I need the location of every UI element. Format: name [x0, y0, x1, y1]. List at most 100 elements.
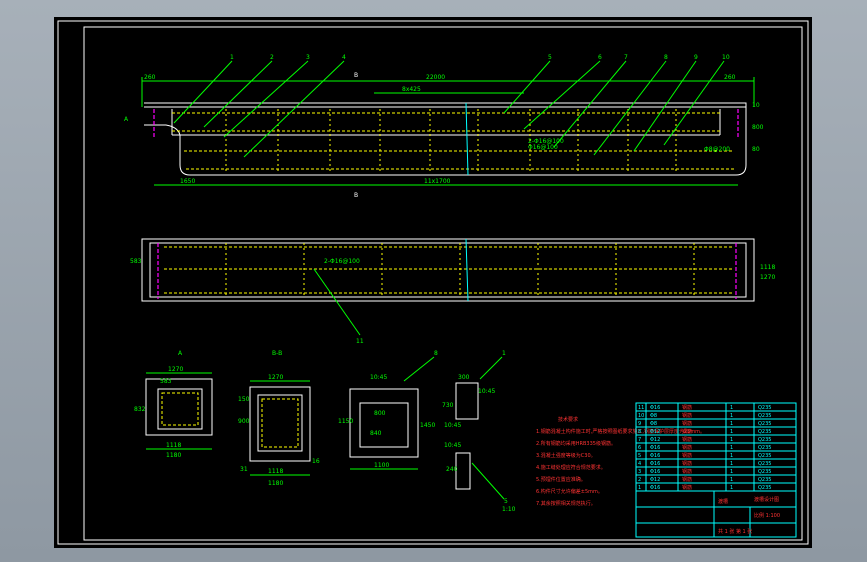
plan-dim-width: 583: [130, 258, 142, 265]
sec-8-inner: 840: [370, 430, 382, 437]
sec-1-label: 1: [502, 350, 506, 357]
sec-bb-label: B-B: [272, 350, 282, 357]
plan-dim-right1: 1118: [760, 264, 775, 271]
svg-text:1: 1: [730, 445, 733, 451]
svg-text:钢筋: 钢筋: [682, 404, 692, 411]
svg-text:1: 1: [730, 453, 733, 459]
svg-text:Φ16: Φ16: [650, 453, 660, 459]
section-8: 8 10:45 800 840 1450 1150 1100: [338, 350, 438, 470]
sec-1-scale: 1:10: [502, 506, 516, 513]
svg-text:2: 2: [638, 477, 641, 483]
dim-height3: 80: [752, 146, 760, 153]
svg-text:1: 1: [638, 485, 641, 491]
title-block: 11 Φ16 钢筋 1 Q235 10 Φ8 钢筋 1 Q235 9 Φ8 钢筋 1 Q235 8 Φ12…: [635, 402, 797, 538]
sec-1-h: 730: [442, 402, 454, 409]
dim-left-bottom: 1650: [180, 178, 195, 185]
dim-height2: 800: [752, 124, 764, 131]
callout-3: 3: [306, 54, 310, 61]
svg-text:4: 4: [638, 461, 641, 467]
svg-text:Q235: Q235: [758, 453, 771, 459]
sec-8-top: 800: [374, 410, 386, 417]
svg-text:钢筋: 钢筋: [682, 460, 692, 467]
sec-bb-side: 31: [240, 466, 248, 473]
sec-a-label: A: [178, 350, 183, 357]
sec-1-num: 5: [504, 498, 508, 505]
sec-a-h: 832: [134, 406, 146, 413]
svg-text:Q235: Q235: [758, 461, 771, 467]
sec-8-h: 1450: [420, 422, 435, 429]
svg-text:钢筋: 钢筋: [682, 436, 692, 443]
drawing-name: 渡槽: [718, 498, 728, 505]
dim-height1: 10: [752, 102, 760, 109]
sec-bb-wbot1: 1118: [268, 468, 283, 475]
dim-overall: 22000: [426, 74, 445, 81]
svg-text:Q235: Q235: [758, 485, 771, 491]
dim-spacing: 8x425: [402, 86, 421, 93]
scale-text: 比例 1:100: [754, 512, 780, 519]
svg-text:1: 1: [730, 469, 733, 475]
sec-8-bot: 1100: [374, 462, 389, 469]
section-a: A 1270 583 832 1118 1180: [134, 350, 213, 459]
sec-1-ang-bottom: 10:45: [444, 422, 461, 429]
note-7: 7.其余按照相关规范执行。: [536, 500, 596, 507]
sec-1-w: 300: [458, 374, 470, 381]
svg-text:Φ16: Φ16: [650, 469, 660, 475]
outer-border: [57, 20, 809, 545]
svg-text:1: 1: [730, 421, 733, 427]
svg-text:Q235: Q235: [758, 421, 771, 427]
pipe-label-sub: Φ16@100: [528, 144, 558, 151]
trough-outline: [144, 102, 747, 176]
svg-text:9: 9: [638, 421, 641, 427]
callout-9: 9: [694, 54, 698, 61]
svg-text:钢筋: 钢筋: [682, 484, 692, 491]
note-1: 1.钢筋混凝土构件施工时,严格按照图纸要求施工,钢筋保护层厚度为25mm。: [536, 428, 705, 435]
svg-text:Φ16: Φ16: [650, 445, 660, 451]
plan-dim-right2: 1270: [760, 274, 775, 281]
dim-right: 260: [724, 74, 736, 81]
svg-text:Q235: Q235: [758, 429, 771, 435]
callout-10: 10: [722, 54, 730, 61]
svg-text:钢筋: 钢筋: [682, 468, 692, 475]
sec-1-ang2: 10:45: [444, 442, 461, 449]
sec-8-left: 1150: [338, 418, 353, 425]
plan-view: 11 2-Φ16@100 583 1118 1270: [130, 238, 775, 345]
note-3: 3.混凝土强度等级为C30。: [536, 452, 596, 459]
note-2: 2.所有钢筋均采用HRB335级钢筋。: [536, 440, 616, 447]
svg-text:钢筋: 钢筋: [682, 420, 692, 427]
svg-text:钢筋: 钢筋: [682, 476, 692, 483]
svg-text:Φ8: Φ8: [650, 413, 657, 419]
svg-text:1: 1: [730, 405, 733, 411]
technical-notes: 技术要求 1.钢筋混凝土构件施工时,严格按照图纸要求施工,钢筋保护层厚度为25m…: [536, 416, 705, 507]
section-mark-b-bottom: B: [354, 192, 358, 199]
callout-4: 4: [342, 54, 346, 61]
svg-text:1: 1: [730, 461, 733, 467]
cad-drawing-canvas: 260 22000 8x425 260 B B A 1650 11x1700 1…: [54, 17, 812, 548]
callout-7: 7: [624, 54, 628, 61]
callout-1: 1: [230, 54, 234, 61]
svg-text:Q235: Q235: [758, 405, 771, 411]
section-mark-b-top: B: [354, 72, 358, 79]
sec-bb-wtop: 1270: [268, 374, 283, 381]
elevation-view: 260 22000 8x425 260 B B A 1650 11x1700 1…: [124, 54, 764, 199]
callout-6: 6: [598, 54, 602, 61]
callout-5: 5: [548, 54, 552, 61]
notes-title: 技术要求: [558, 416, 578, 423]
sec-a-wtop: 1270: [168, 366, 183, 373]
callout-2: 2: [270, 54, 274, 61]
callout-8: 8: [664, 54, 668, 61]
svg-text:Q235: Q235: [758, 437, 771, 443]
svg-text:钢筋: 钢筋: [682, 428, 692, 435]
sec-8-slope: 10:45: [370, 374, 387, 381]
svg-text:Φ12: Φ12: [650, 437, 660, 443]
svg-text:Q235: Q235: [758, 477, 771, 483]
svg-text:Φ8: Φ8: [650, 421, 657, 427]
svg-text:Φ12: Φ12: [650, 477, 660, 483]
drawing-svg: 260 22000 8x425 260 B B A 1650 11x1700 1…: [57, 20, 809, 545]
callout-11: 11: [356, 338, 364, 345]
section-1: 1 300 730 10:45 10:45 10:45 240 5 1:10: [442, 350, 516, 513]
sec-bb-h1: 150: [238, 396, 250, 403]
svg-text:钢筋: 钢筋: [682, 452, 692, 459]
sec-bb-wbot2: 1180: [268, 480, 283, 487]
section-bb: B-B 1270 150 900 1118 1180 31 16: [238, 350, 320, 487]
sec-1-h2: 240: [446, 466, 458, 473]
